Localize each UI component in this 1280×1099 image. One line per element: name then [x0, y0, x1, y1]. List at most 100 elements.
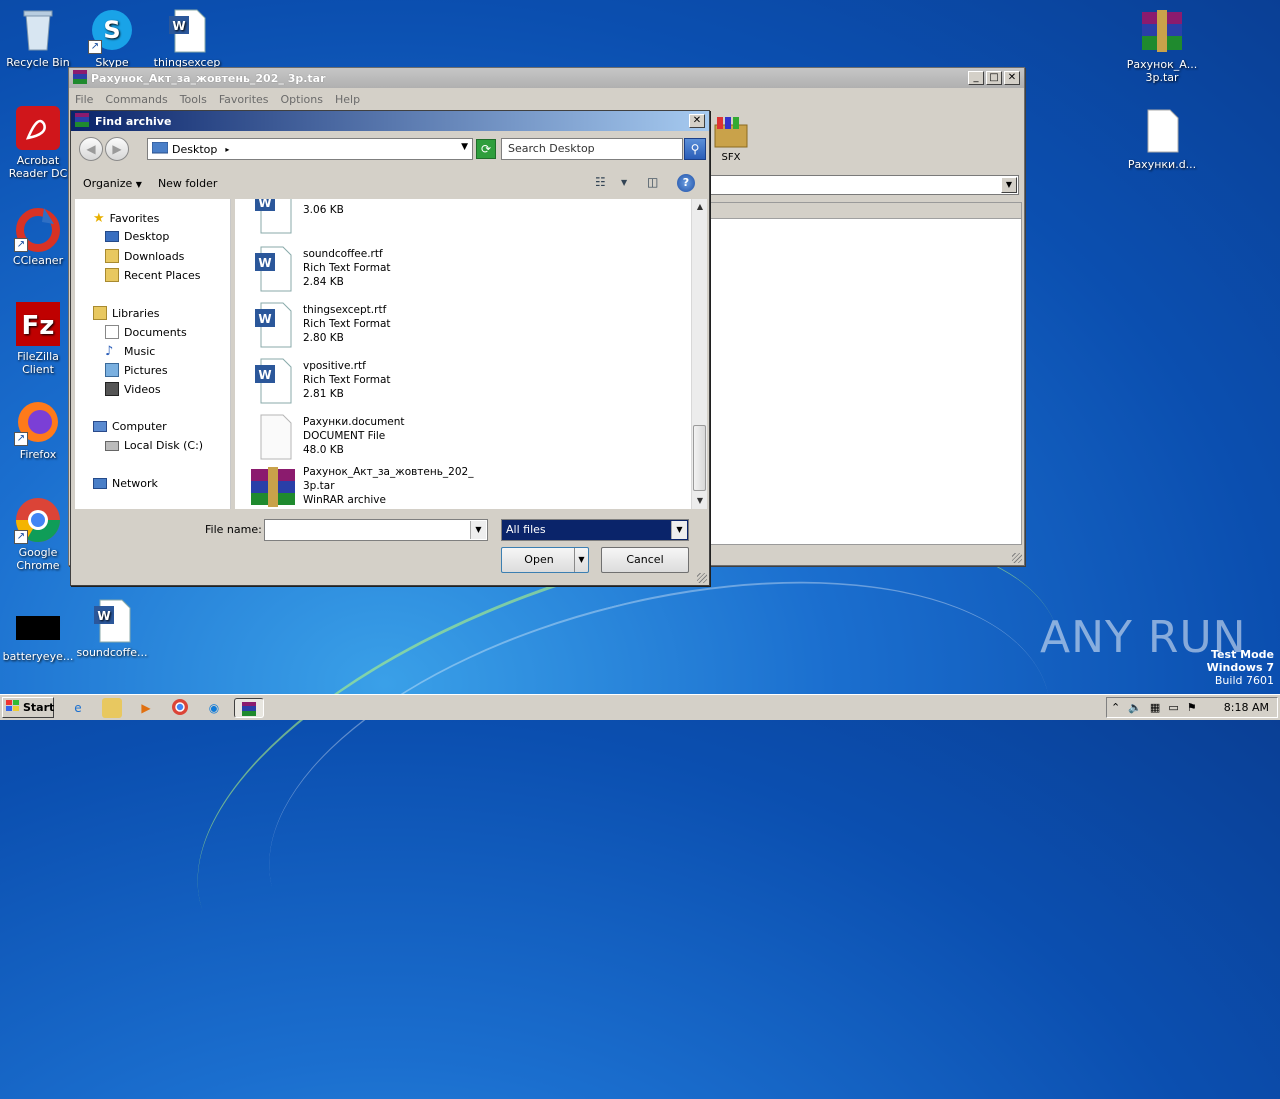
star-icon: ★ — [93, 211, 105, 226]
desktop-icon-filezilla[interactable]: Fz FileZilla Client — [0, 300, 76, 376]
desktop-icon-skype[interactable]: S ↗ Skype — [74, 6, 150, 69]
address-dropdown-icon[interactable]: ▼ — [461, 142, 468, 152]
nav-favorites[interactable]: ★ Favorites — [93, 211, 159, 226]
edge-icon[interactable]: ◉ — [204, 698, 224, 718]
file-list-scrollbar[interactable]: ▲ ▼ — [691, 199, 707, 509]
start-button[interactable]: Start — [2, 697, 54, 718]
menu-file[interactable]: File — [75, 93, 93, 106]
internet-explorer-icon[interactable]: e — [68, 698, 88, 718]
desktop-icon-acrobat[interactable]: Acrobat Reader DC — [0, 104, 76, 180]
desktop-icon-thingsexcep[interactable]: W thingsexcep — [149, 6, 225, 69]
menu-tools[interactable]: Tools — [180, 93, 207, 106]
file-item[interactable]: Рахунок_Акт_за_жовтень_202_ 3р.tar WinRAR … — [249, 463, 473, 509]
main-path-combo[interactable]: ▼ — [709, 175, 1019, 195]
power-icon[interactable]: ▭ — [1168, 701, 1178, 714]
desktop-icon-batteryeye[interactable]: batteryeye... — [0, 600, 76, 663]
network-tray-icon[interactable]: ▦ — [1150, 701, 1160, 714]
minimize-button[interactable]: _ — [968, 71, 984, 85]
maximize-button[interactable]: □ — [986, 71, 1002, 85]
nav-local-disk[interactable]: Local Disk (C:) — [105, 439, 203, 452]
chrome-taskbar-icon[interactable] — [170, 698, 190, 718]
main-title-bar[interactable]: Рахунок_Акт_за_жовтень_202_ 3р.tar _ □ ✕ — [69, 68, 1024, 88]
forward-button[interactable]: ▶ — [105, 137, 129, 161]
nav-documents[interactable]: Documents — [105, 325, 187, 339]
file-item[interactable]: Рахунки.document DOCUMENT File 48.0 KB — [249, 413, 405, 463]
desktop-icon-ccleaner[interactable]: ↗ CCleaner — [0, 204, 76, 267]
refresh-button[interactable]: ⟳ — [476, 139, 496, 159]
taskbar: Start e ▶ ◉ ⌃ 🔈 ▦ ▭ ⚑ 8:18 AM — [0, 694, 1280, 720]
scroll-down-icon[interactable]: ▼ — [692, 493, 708, 509]
file-type-select[interactable]: All files ▼ — [501, 519, 689, 541]
file-name-dropdown-icon[interactable]: ▼ — [470, 521, 486, 539]
resize-grip[interactable] — [1012, 553, 1022, 563]
cancel-button[interactable]: Cancel — [601, 547, 689, 573]
rtf-file-icon: W — [249, 245, 297, 293]
svg-text:Fz: Fz — [22, 311, 55, 341]
file-name-label: File name: — [205, 523, 262, 536]
close-button[interactable]: ✕ — [1004, 71, 1020, 85]
dialog-close-button[interactable]: ✕ — [689, 114, 705, 128]
menu-options[interactable]: Options — [281, 93, 323, 106]
search-icon[interactable]: ⚲ — [684, 138, 706, 160]
breadcrumb-chevron-icon[interactable]: ▸ — [225, 145, 229, 154]
libraries-icon — [93, 306, 107, 320]
open-split-dropdown-icon[interactable]: ▼ — [574, 548, 588, 572]
new-folder-button[interactable]: New folder — [150, 177, 225, 190]
back-button[interactable]: ◀ — [79, 137, 103, 161]
desktop-icon-recycle-bin[interactable]: Recycle Bin — [0, 6, 76, 69]
sfx-toolbar-button[interactable]: SFX — [711, 115, 751, 163]
desktop-icon-firefox[interactable]: ↗ Firefox — [0, 398, 76, 461]
file-item[interactable]: W Rich Text Format3.06 KB — [249, 199, 391, 237]
dialog-resize-grip[interactable] — [697, 573, 707, 583]
desktop-icon-winrar-archive[interactable]: Рахунок_А... 3р.tar — [1122, 8, 1202, 84]
documents-icon — [105, 325, 119, 339]
nav-desktop[interactable]: Desktop — [105, 230, 169, 243]
clock[interactable]: 8:18 AM — [1224, 701, 1269, 714]
nav-videos[interactable]: Videos — [105, 382, 161, 396]
nav-computer[interactable]: Computer — [93, 420, 167, 433]
desktop-icon-rahunky-doc[interactable]: Рахунки.d... — [1122, 108, 1202, 171]
scroll-thumb[interactable] — [693, 425, 706, 491]
network-icon — [93, 478, 107, 489]
navigation-pane: ★ Favorites Desktop Downloads Recent Plac… — [75, 199, 231, 509]
menu-help[interactable]: Help — [335, 93, 360, 106]
nav-libraries[interactable]: Libraries — [93, 306, 160, 320]
search-input[interactable]: Search Desktop — [501, 138, 683, 160]
file-item[interactable]: W vpositive.rtf Rich Text Format 2.81 KB — [249, 357, 391, 407]
explorer-icon[interactable] — [102, 698, 122, 718]
file-item[interactable]: W thingsexcept.rtf Rich Text Format 2.80 K… — [249, 301, 391, 351]
file-item[interactable]: W soundcoffee.rtf Rich Text Format 2.84 KB — [249, 245, 391, 295]
help-icon[interactable]: ? — [677, 174, 695, 192]
flag-icon[interactable]: ⚑ — [1187, 701, 1197, 714]
menu-commands[interactable]: Commands — [105, 93, 167, 106]
dialog-title-bar[interactable]: Find archive ✕ — [71, 111, 709, 131]
nav-network[interactable]: Network — [93, 477, 158, 490]
address-bar[interactable]: Desktop ▸ ▼ — [147, 138, 473, 160]
winrar-taskbar-button[interactable] — [234, 698, 264, 718]
view-options-icon[interactable]: ☷ — [595, 175, 606, 189]
svg-text:W: W — [258, 256, 271, 270]
view-dropdown-icon[interactable]: ▼ — [621, 178, 627, 187]
scroll-up-icon[interactable]: ▲ — [692, 199, 708, 215]
volume-icon[interactable]: 🔈 — [1128, 701, 1142, 714]
main-file-list[interactable] — [709, 202, 1022, 545]
file-name-input[interactable]: ▼ — [264, 519, 488, 541]
media-player-icon[interactable]: ▶ — [136, 698, 156, 718]
desktop-folder-icon — [151, 141, 169, 157]
organize-button[interactable]: Organize ▼ — [75, 177, 150, 190]
desktop-icon-chrome[interactable]: ↗ Google Chrome — [0, 496, 76, 572]
open-button[interactable]: Open ▼ — [501, 547, 589, 573]
nav-recent-places[interactable]: Recent Places — [105, 268, 201, 282]
file-type-dropdown-icon[interactable]: ▼ — [671, 521, 687, 539]
pictures-icon — [105, 363, 119, 377]
tray-expand-icon[interactable]: ⌃ — [1111, 701, 1120, 714]
nav-music[interactable]: ♪ Music — [105, 344, 155, 359]
preview-pane-icon[interactable]: ◫ — [647, 175, 658, 189]
nav-downloads[interactable]: Downloads — [105, 249, 184, 263]
menu-favorites[interactable]: Favorites — [219, 93, 269, 106]
black-file-icon — [14, 600, 62, 648]
test-mode-notice: Test Mode Windows 7 Build 7601 — [1206, 648, 1274, 687]
main-window-title: Рахунок_Акт_за_жовтень_202_ 3р.tar — [91, 71, 326, 85]
desktop-icon-soundcoffee[interactable]: W soundcoffe... — [74, 596, 150, 659]
nav-pictures[interactable]: Pictures — [105, 363, 168, 377]
